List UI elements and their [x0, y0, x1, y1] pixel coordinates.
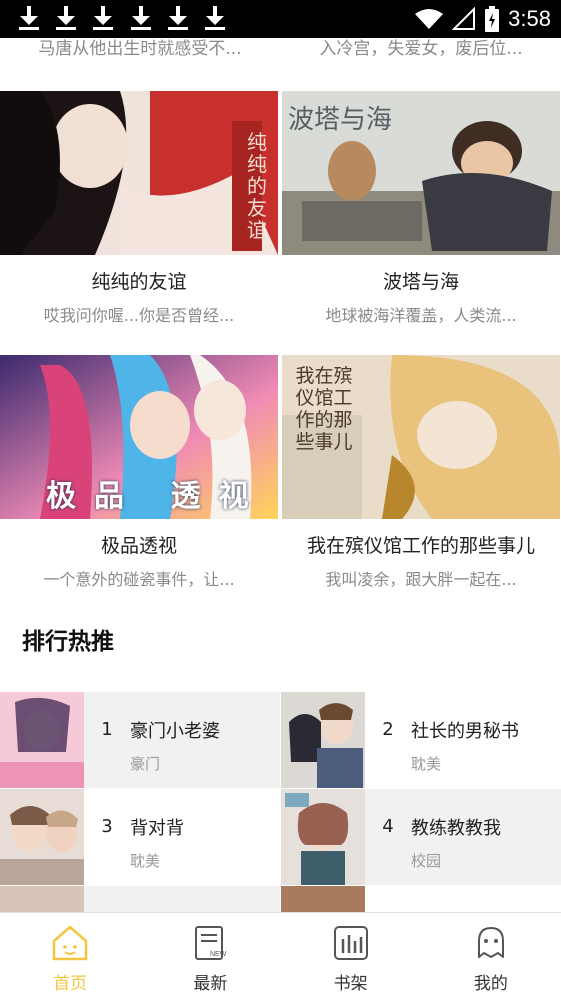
rank-item[interactable]: [0, 886, 280, 912]
rank-title: 教练教教我: [411, 818, 501, 839]
card-title: 波塔与海: [382, 271, 459, 293]
nav-home[interactable]: 首页: [0, 913, 140, 999]
card-desc: 哎我问你喔...你是否曾经...: [43, 306, 235, 325]
nav-label: 书架: [333, 974, 368, 994]
download-icon: [204, 6, 226, 32]
rank-thumb[interactable]: [0, 789, 84, 885]
battery-icon: [485, 6, 500, 32]
comic-cover[interactable]: 极品 透视: [0, 355, 278, 519]
download-icon: [55, 6, 77, 32]
comic-card[interactable]: 纯纯的友谊 纯纯的友谊 哎我问你喔...你是否曾经...: [0, 91, 278, 326]
card-title: 纯纯的友谊: [91, 271, 187, 293]
rank-thumb[interactable]: [0, 886, 84, 912]
comic-cover[interactable]: 波塔与海: [282, 91, 560, 255]
rank-tag: 校园: [411, 852, 442, 870]
download-icon: [130, 6, 152, 32]
comic-cover[interactable]: 纯纯的友谊: [0, 91, 278, 255]
download-icon: [167, 6, 189, 32]
card-title: 极品透视: [100, 535, 177, 557]
ghost-icon: [477, 927, 504, 958]
rank-thumb[interactable]: [281, 789, 365, 885]
rank-item[interactable]: 1 豪门小老婆 豪门: [0, 692, 280, 788]
rank-number: 4: [382, 816, 394, 837]
comic-card[interactable]: 波塔与海 波塔与海 地球被海洋覆盖，人类流...: [282, 91, 560, 326]
card-desc: 我叫凌余，跟大胖一起在...: [325, 570, 517, 589]
card-desc-cut: 马唐从他出生时就感受不...: [38, 39, 242, 59]
rank-tag: 豪门: [130, 755, 161, 773]
comic-card[interactable]: 我在殡仪馆工作的那些事儿 我在殡仪馆工作的那些事儿 我叫凌余，跟大胖一起在...: [282, 355, 560, 590]
rank-title: 背对背: [130, 818, 184, 839]
nav-mine[interactable]: 我的: [421, 913, 561, 999]
download-icon: [18, 6, 40, 32]
status-time: 3:58: [508, 6, 551, 31]
card-desc-cut: 入冷宫，失爱女，废后位...: [319, 39, 523, 59]
cover-title-art: 纯纯的友谊: [247, 130, 267, 242]
rank-thumb[interactable]: [281, 886, 365, 912]
rank-thumb[interactable]: [0, 692, 84, 788]
rank-number: 2: [382, 719, 394, 740]
bookshelf-icon: [333, 926, 368, 960]
rank-tag: 耽美: [130, 852, 161, 870]
status-bar: 3:58: [0, 0, 561, 38]
wifi-icon: [415, 9, 444, 29]
rank-title: 豪门小老婆: [130, 721, 220, 742]
rank-tag: 耽美: [411, 755, 442, 773]
cover-title-art: 我在殡仪馆工作的那些事儿: [295, 365, 353, 453]
nav-label: 我的: [473, 974, 508, 994]
card-desc: 地球被海洋覆盖，人类流...: [325, 306, 517, 325]
card-title: 我在殡仪馆工作的那些事儿: [306, 535, 535, 557]
signal-icon: [452, 7, 476, 30]
section-title-ranking: 排行热推: [22, 629, 114, 655]
card-desc: 一个意外的碰瓷事件，让...: [43, 570, 235, 589]
rank-item[interactable]: [281, 886, 561, 912]
nav-label: 首页: [53, 974, 88, 994]
cover-title-art: 波塔与海: [288, 105, 393, 135]
new-icon: NEW: [195, 926, 227, 960]
rank-item[interactable]: 2 社长的男秘书 耽美: [281, 692, 561, 788]
rank-title: 社长的男秘书: [411, 721, 519, 742]
nav-new[interactable]: NEW 最新: [140, 913, 280, 999]
bottom-nav: 首页 NEW 最新 书架 我的: [0, 912, 561, 999]
svg-text:NEW: NEW: [210, 951, 227, 958]
comic-card[interactable]: 极品 透视 极品透视 一个意外的碰瓷事件，让...: [0, 355, 278, 590]
cover-title-art: 极品 透视: [46, 479, 267, 514]
download-icon: [92, 6, 114, 32]
rank-item[interactable]: 4 教练教教我 校园: [281, 789, 561, 885]
home-feed[interactable]: 马唐从他出生时就感受不... 入冷宫，失爱女，废后位... 纯纯的友谊 纯纯的友…: [0, 38, 561, 912]
rank-number: 3: [101, 816, 113, 837]
comic-cover[interactable]: 我在殡仪馆工作的那些事儿: [282, 355, 560, 519]
home-icon: [52, 925, 88, 961]
rank-number: 1: [101, 719, 113, 740]
rank-item[interactable]: 3 背对背 耽美: [0, 789, 280, 885]
nav-bookshelf[interactable]: 书架: [281, 913, 421, 999]
rank-thumb[interactable]: [281, 692, 365, 788]
nav-label: 最新: [193, 974, 228, 994]
